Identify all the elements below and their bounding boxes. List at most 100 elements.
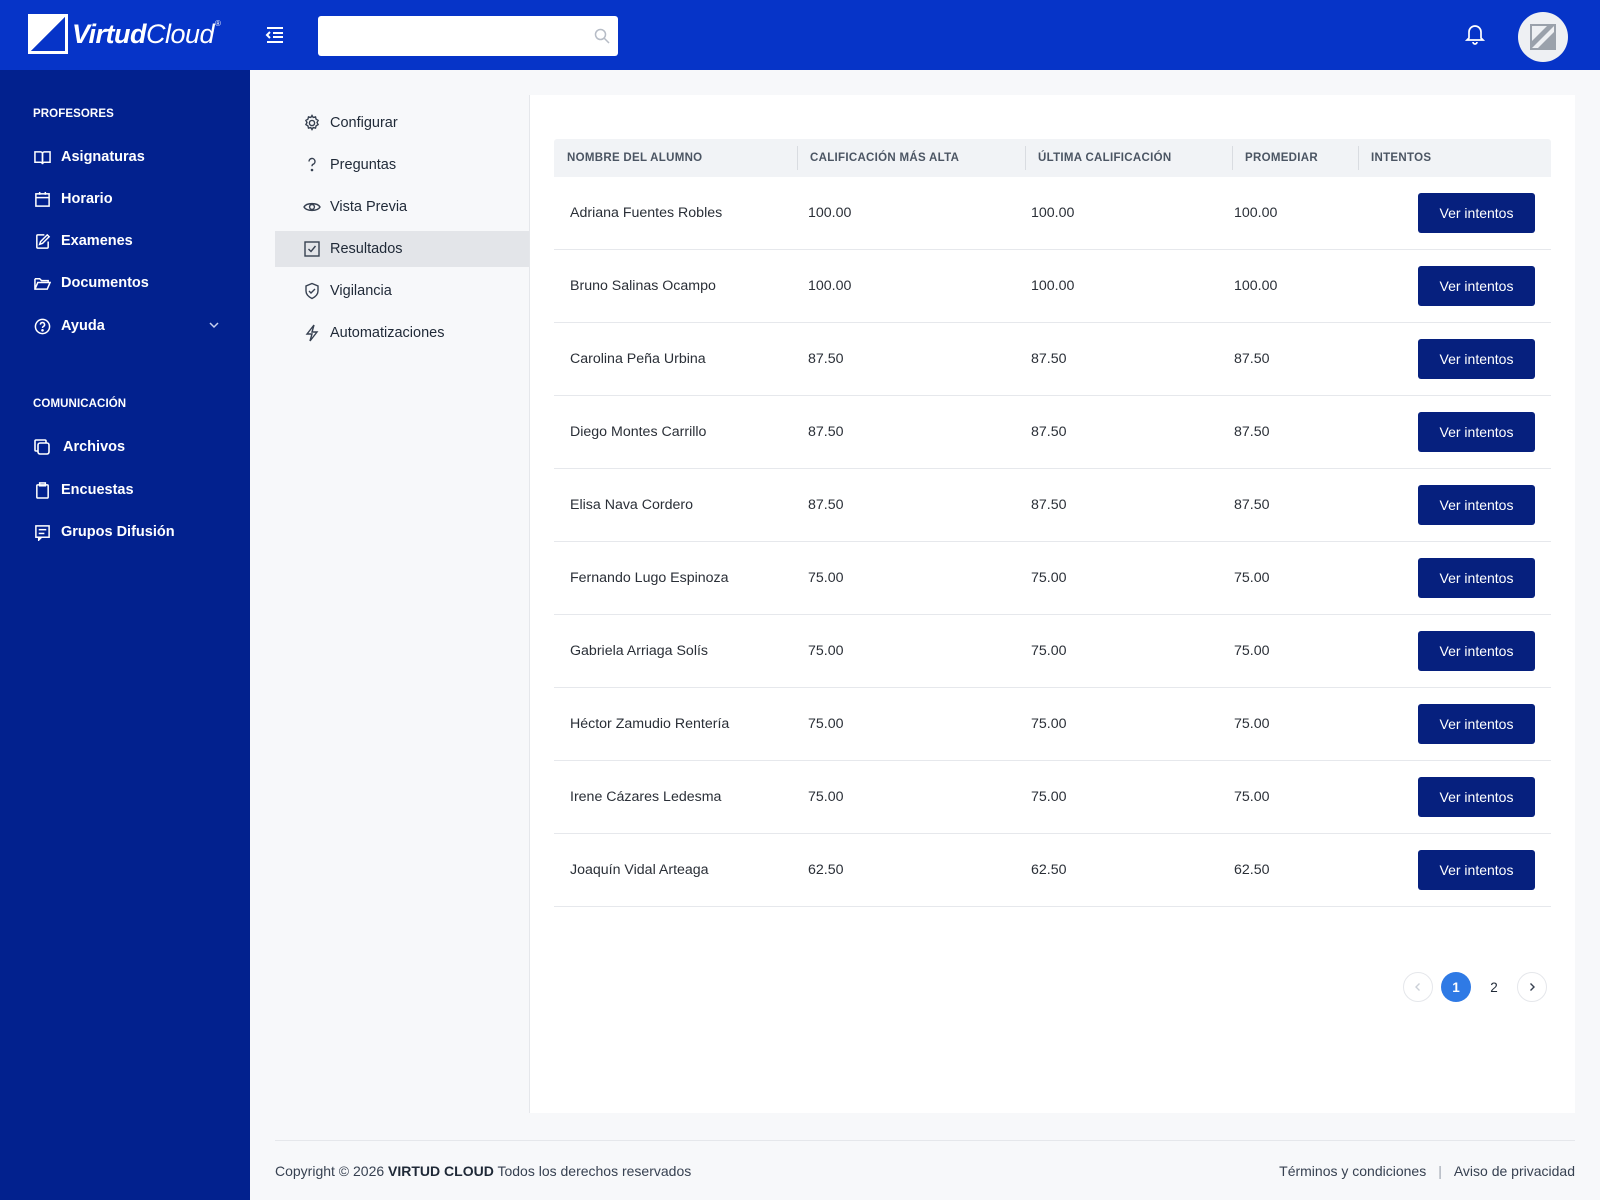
column-header-highest-grade: CALIFICACIÓN MÁS ALTA (810, 152, 960, 164)
highest-grade-cell: 87.50 (808, 497, 844, 513)
results-card: NOMBRE DEL ALUMNO CALIFICACIÓN MÁS ALTA … (530, 95, 1575, 1113)
subnav-item-label: Vigilancia (330, 283, 392, 299)
highest-grade-cell: 87.50 (808, 351, 844, 367)
checkbox-icon (302, 239, 322, 259)
search-input[interactable] (318, 16, 578, 56)
footer-links: Términos y condiciones | Aviso de privac… (1279, 1163, 1575, 1179)
sidebar-item-documentos[interactable]: Documentos (33, 270, 228, 296)
subnav-item-label: Vista Previa (330, 199, 408, 215)
student-name-cell: Fernando Lugo Espinoza (570, 570, 729, 586)
privacy-link[interactable]: Aviso de privacidad (1454, 1163, 1575, 1179)
last-grade-cell: 75.00 (1031, 789, 1067, 805)
table-row: Elisa Nava Cordero 87.50 87.50 87.50 Ver int… (554, 469, 1551, 542)
page-button-1[interactable]: 1 (1441, 972, 1471, 1002)
subnav-item-preguntas[interactable]: Preguntas (275, 147, 530, 183)
last-grade-cell: 100.00 (1031, 278, 1075, 294)
student-name-cell: Adriana Fuentes Robles (570, 205, 723, 221)
view-attempts-button[interactable]: Ver intentos (1418, 412, 1535, 452)
table-row: Gabriela Arriaga Solís 75.00 75.00 75.00 Ver… (554, 615, 1551, 688)
message-list-icon (33, 523, 51, 541)
highest-grade-cell: 75.00 (808, 716, 844, 732)
subnav-item-label: Resultados (330, 241, 403, 257)
clipboard-icon (33, 481, 51, 499)
sidebar-item-archivos[interactable]: Archivos (33, 434, 228, 460)
book-open-icon (33, 148, 51, 166)
question-mark-icon (302, 155, 322, 175)
chevron-right-icon[interactable] (1517, 972, 1547, 1002)
view-attempts-button[interactable]: Ver intentos (1418, 485, 1535, 525)
column-divider (1358, 146, 1359, 170)
column-header-attempts: INTENTOS (1371, 152, 1432, 164)
brand-logo[interactable]: VirtudCloud® (28, 14, 221, 54)
average-grade-cell: 100.00 (1234, 278, 1278, 294)
bell-icon[interactable] (1464, 22, 1488, 48)
sidebar-item-encuestas[interactable]: Encuestas (33, 477, 228, 503)
column-divider (1232, 146, 1233, 170)
student-name-cell: Joaquín Vidal Arteaga (570, 862, 709, 878)
view-attempts-button[interactable]: Ver intentos (1418, 193, 1535, 233)
view-attempts-button[interactable]: Ver intentos (1418, 266, 1535, 306)
page-button-2[interactable]: 2 (1479, 972, 1509, 1002)
table-header: NOMBRE DEL ALUMNO CALIFICACIÓN MÁS ALTA … (554, 139, 1551, 177)
highest-grade-cell: 75.00 (808, 570, 844, 586)
highest-grade-cell: 100.00 (808, 205, 852, 221)
view-attempts-button[interactable]: Ver intentos (1418, 558, 1535, 598)
search-icon[interactable] (594, 28, 610, 49)
terms-link[interactable]: Términos y condiciones (1279, 1163, 1426, 1179)
table-row: Irene Cázares Ledesma 75.00 75.00 75.00 Ver … (554, 761, 1551, 834)
average-grade-cell: 75.00 (1234, 789, 1270, 805)
student-name-cell: Gabriela Arriaga Solís (570, 643, 709, 659)
subnav-item-vigilancia[interactable]: Vigilancia (275, 273, 530, 309)
help-circle-icon (33, 317, 51, 335)
table-row: Diego Montes Carrillo 87.50 87.50 87.50 Ver … (554, 396, 1551, 469)
average-grade-cell: 87.50 (1234, 351, 1270, 367)
subnav-item-automatizaciones[interactable]: Automatizaciones (275, 315, 530, 351)
sidebar-item-label: Encuestas (61, 482, 134, 498)
subnav-item-resultados[interactable]: Resultados (275, 231, 530, 267)
view-attempts-button[interactable]: Ver intentos (1418, 339, 1535, 379)
chevron-down-icon[interactable] (208, 319, 220, 335)
pagination: 1 2 (1403, 972, 1547, 1002)
sidebar-item-asignaturas[interactable]: Asignaturas (33, 144, 228, 170)
sidebar-item-label: Documentos (61, 275, 149, 291)
logo-mark-icon (28, 14, 68, 54)
view-attempts-button[interactable]: Ver intentos (1418, 631, 1535, 671)
table-row: Bruno Salinas Ocampo 100.00 100.00 100.00 Ve… (554, 250, 1551, 323)
edit-document-icon (33, 232, 51, 250)
view-attempts-button[interactable]: Ver intentos (1418, 850, 1535, 890)
last-grade-cell: 75.00 (1031, 643, 1067, 659)
calendar-icon (33, 190, 51, 208)
student-name-cell: Héctor Zamudio Rentería (570, 716, 730, 732)
last-grade-cell: 75.00 (1031, 716, 1067, 732)
average-grade-cell: 87.50 (1234, 497, 1270, 513)
table-row: Joaquín Vidal Arteaga 62.50 62.50 62.50 Ver … (554, 834, 1551, 907)
sidebar-item-grupos-difusion[interactable]: Grupos Difusión (33, 519, 228, 545)
average-grade-cell: 62.50 (1234, 862, 1270, 878)
shield-check-icon (302, 281, 322, 301)
rights-text: Todos los derechos reservados (497, 1163, 692, 1179)
view-attempts-button[interactable]: Ver intentos (1418, 777, 1535, 817)
subnav-item-label: Preguntas (330, 157, 397, 173)
student-name-cell: Diego Montes Carrillo (570, 424, 707, 440)
last-grade-cell: 62.50 (1031, 862, 1067, 878)
subnav-item-vista-previa[interactable]: Vista Previa (275, 189, 530, 225)
average-grade-cell: 100.00 (1234, 205, 1278, 221)
sidebar-section-title: COMUNICACIÓN (33, 398, 127, 410)
student-name-cell: Elisa Nava Cordero (570, 497, 694, 513)
avatar[interactable] (1518, 12, 1568, 62)
footer-separator: | (1438, 1163, 1442, 1179)
subnav-item-configurar[interactable]: Configurar (275, 105, 530, 141)
column-divider (1025, 146, 1026, 170)
student-name-cell: Bruno Salinas Ocampo (570, 278, 716, 294)
sidebar-item-ayuda[interactable]: Ayuda (33, 313, 228, 339)
average-grade-cell: 75.00 (1234, 643, 1270, 659)
chevron-left-icon[interactable] (1403, 972, 1433, 1002)
menu-collapse-icon[interactable] (263, 22, 289, 48)
view-attempts-button[interactable]: Ver intentos (1418, 704, 1535, 744)
brand-name: VirtudCloud® (72, 18, 221, 49)
sidebar-item-horario[interactable]: Horario (33, 186, 228, 212)
average-grade-cell: 75.00 (1234, 716, 1270, 732)
sidebar-item-examenes[interactable]: Examenes (33, 228, 228, 254)
table-row: Héctor Zamudio Rentería 75.00 75.00 75.00 Ve… (554, 688, 1551, 761)
avatar-icon (1530, 24, 1556, 50)
